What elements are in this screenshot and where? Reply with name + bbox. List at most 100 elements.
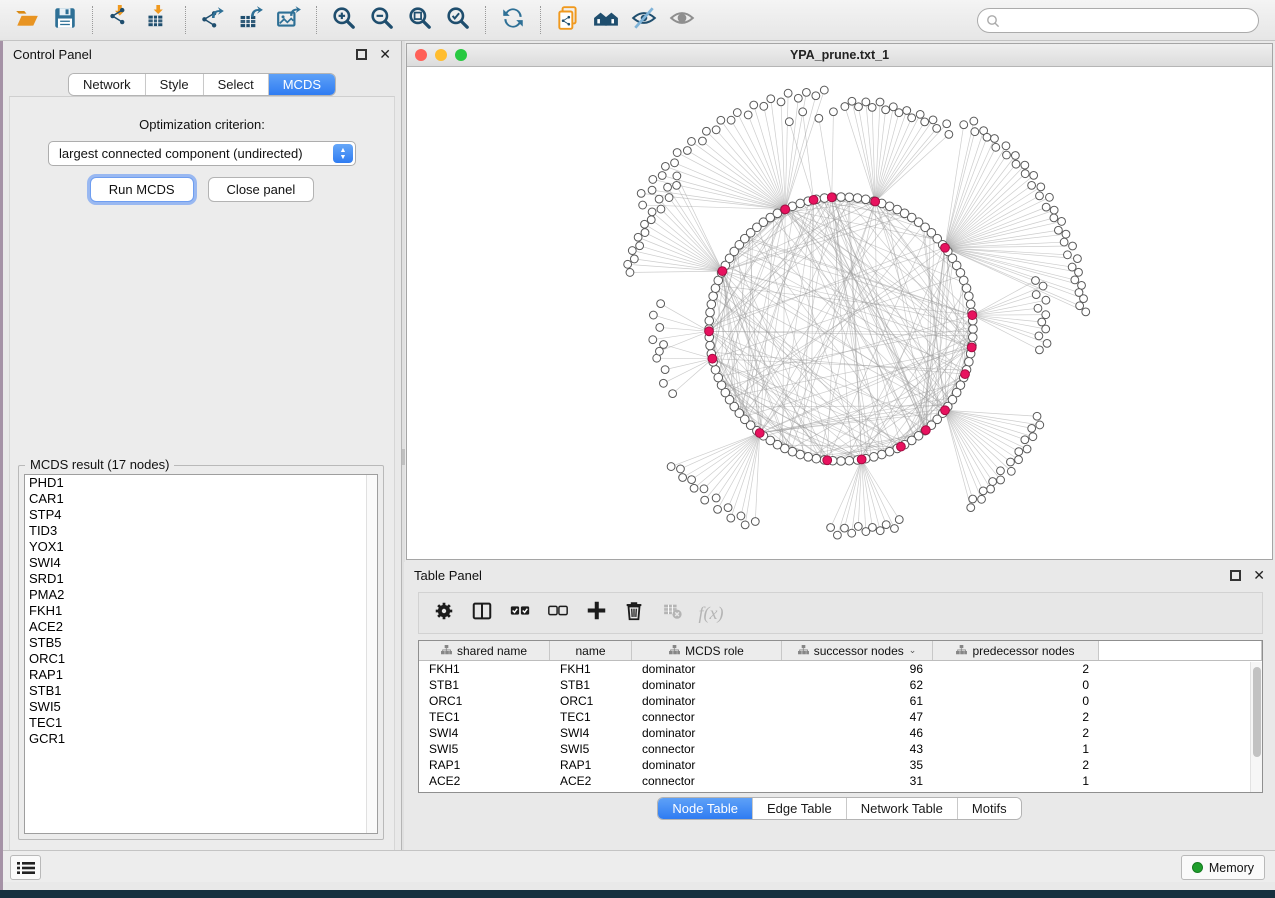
toolbar-separator [316, 6, 317, 34]
toolbar-separator [185, 6, 186, 34]
add-button[interactable] [581, 598, 611, 628]
cell-shared_name: SWI5 [419, 742, 550, 756]
criterion-dropdown[interactable]: largest connected component (undirected)… [48, 141, 356, 166]
cell-predecessor_nodes: 1 [933, 742, 1099, 756]
column-header-name[interactable]: name [550, 641, 632, 660]
close-panel-button[interactable]: Close panel [208, 177, 315, 202]
refresh-button[interactable] [496, 4, 530, 36]
cell-successor_nodes: 31 [782, 774, 933, 788]
search-input[interactable] [1000, 10, 1258, 31]
mcds-result-item[interactable]: FKH1 [25, 603, 377, 619]
network-window-title: YPA_prune.txt_1 [407, 48, 1272, 62]
table-row[interactable]: RAP1RAP1dominator352 [419, 757, 1262, 773]
mcds-result-item[interactable]: PMA2 [25, 587, 377, 603]
table-tab-motifs[interactable]: Motifs [958, 798, 1021, 819]
columns-button[interactable] [467, 598, 497, 628]
tab-network[interactable]: Network [69, 74, 146, 95]
zoom-fit-button[interactable] [403, 4, 437, 36]
search-box[interactable] [977, 8, 1259, 33]
export-table-button[interactable] [234, 4, 268, 36]
column-label: successor nodes [814, 644, 904, 658]
column-header-MCDS-role[interactable]: MCDS role [632, 641, 782, 660]
table-close-panel-icon[interactable]: ✕ [1253, 570, 1265, 581]
table-tab-network-table[interactable]: Network Table [847, 798, 958, 819]
column-type-icon [798, 644, 809, 658]
zoom-out-button[interactable] [365, 4, 399, 36]
mcds-result-item[interactable]: RAP1 [25, 667, 377, 683]
run-mcds-button[interactable]: Run MCDS [90, 177, 194, 202]
import-network-button[interactable] [103, 4, 137, 36]
network-graph[interactable] [407, 67, 1272, 559]
mcds-result-item[interactable]: YOX1 [25, 539, 377, 555]
table-row[interactable]: YOX1YOX1connector291 [419, 789, 1262, 793]
column-label: name [575, 644, 605, 658]
tab-select[interactable]: Select [204, 74, 269, 95]
mcds-result-item[interactable]: TEC1 [25, 715, 377, 731]
table-tab-edge-table[interactable]: Edge Table [753, 798, 847, 819]
network-canvas[interactable] [407, 67, 1272, 559]
table-row[interactable]: TEC1TEC1connector472 [419, 709, 1262, 725]
show-all-button[interactable] [665, 4, 699, 36]
table-scrollbar[interactable] [1250, 662, 1262, 792]
splitter-grip[interactable] [402, 449, 405, 465]
save-button[interactable] [48, 4, 82, 36]
table-row[interactable]: FKH1FKH1dominator962 [419, 661, 1262, 677]
column-type-icon [669, 644, 680, 658]
new-network-from-selection-button[interactable] [551, 4, 585, 36]
mcds-result-item[interactable]: SWI4 [25, 555, 377, 571]
mcds-result-item[interactable]: ORC1 [25, 651, 377, 667]
close-panel-icon[interactable]: ✕ [379, 49, 391, 60]
memory-button[interactable]: Memory [1181, 855, 1265, 880]
tab-mcds[interactable]: MCDS [269, 74, 335, 95]
network-window-titlebar[interactable]: YPA_prune.txt_1 [407, 44, 1272, 67]
first-neighbors-button[interactable] [589, 4, 623, 36]
cell-predecessor_nodes: 1 [933, 790, 1099, 793]
table-float-window-icon[interactable] [1230, 570, 1241, 581]
table-row[interactable]: STB1STB1dominator620 [419, 677, 1262, 693]
mcds-list-scrollbar[interactable] [366, 475, 377, 833]
mcds-result-item[interactable]: PHD1 [25, 475, 377, 491]
tab-style[interactable]: Style [146, 74, 204, 95]
mcds-result-item[interactable]: GCR1 [25, 731, 377, 747]
mcds-result-list[interactable]: PHD1CAR1STP4TID3YOX1SWI4SRD1PMA2FKH1ACE2… [24, 474, 378, 834]
zoom-in-button[interactable] [327, 4, 361, 36]
mcds-result-item[interactable]: STB1 [25, 683, 377, 699]
column-header-shared-name[interactable]: shared name [419, 641, 550, 660]
delete-button[interactable] [619, 598, 649, 628]
mcds-result-item[interactable]: TID3 [25, 523, 377, 539]
mcds-result-item[interactable]: SRD1 [25, 571, 377, 587]
hide-selected-button[interactable] [627, 4, 661, 36]
column-header-successor-nodes[interactable]: successor nodes⌄ [782, 641, 933, 660]
float-window-icon[interactable] [356, 49, 367, 60]
delete-table-icon [661, 600, 683, 627]
hide-selected-icon [631, 5, 657, 36]
mcds-result-item[interactable]: STB5 [25, 635, 377, 651]
select-all-button[interactable] [505, 598, 535, 628]
mcds-result-item[interactable]: CAR1 [25, 491, 377, 507]
table-row[interactable]: SWI4SWI4dominator462 [419, 725, 1262, 741]
control-panel-title: Control Panel [13, 47, 92, 62]
cell-successor_nodes: 43 [782, 742, 933, 756]
cell-name: YOX1 [550, 790, 632, 793]
gear-button[interactable] [429, 598, 459, 628]
table-row[interactable]: SWI5SWI5connector431 [419, 741, 1262, 757]
export-network-button[interactable] [196, 4, 230, 36]
mcds-result-item[interactable]: STP4 [25, 507, 377, 523]
panel-selector-button[interactable] [10, 855, 41, 880]
column-label: predecessor nodes [972, 644, 1074, 658]
table-row[interactable]: ORC1ORC1dominator610 [419, 693, 1262, 709]
mcds-result-item[interactable]: ACE2 [25, 619, 377, 635]
table-tab-node-table[interactable]: Node Table [658, 798, 753, 819]
column-header-predecessor-nodes[interactable]: predecessor nodes [933, 641, 1099, 660]
mcds-result-item[interactable]: SWI5 [25, 699, 377, 715]
cell-successor_nodes: 61 [782, 694, 933, 708]
export-image-button[interactable] [272, 4, 306, 36]
table-scrollbar-thumb[interactable] [1253, 667, 1261, 757]
desktop-edge [0, 41, 3, 890]
table-row[interactable]: ACE2ACE2connector311 [419, 773, 1262, 789]
open-button[interactable] [10, 4, 44, 36]
cell-shared_name: ACE2 [419, 774, 550, 788]
deselect-all-button[interactable] [543, 598, 573, 628]
import-table-button[interactable] [141, 4, 175, 36]
zoom-selected-button[interactable] [441, 4, 475, 36]
